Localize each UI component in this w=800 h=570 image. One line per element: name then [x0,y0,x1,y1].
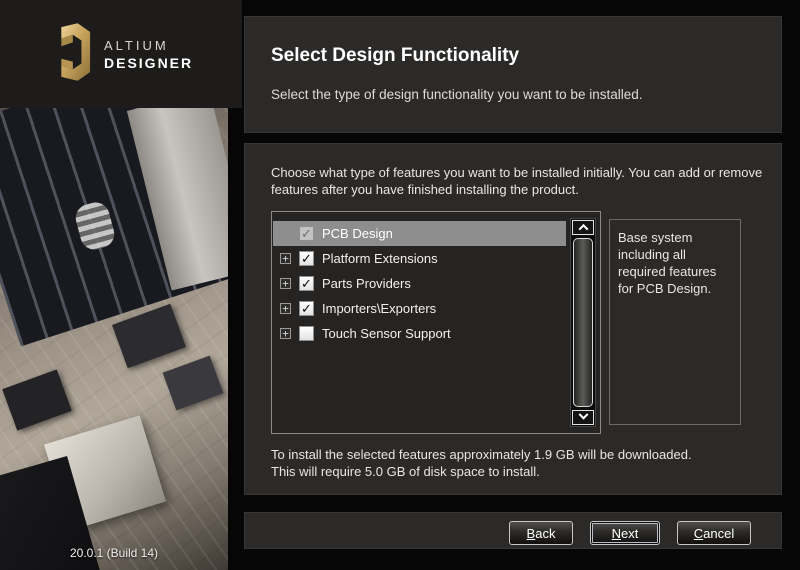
check-icon: ✓ [301,277,312,290]
feature-row-parts-providers[interactable]: + ✓ Parts Providers [273,271,566,296]
feature-row-importers-exporters[interactable]: + ✓ Importers\Exporters [273,296,566,321]
download-size-note: To install the selected features approxi… [271,446,692,463]
feature-label: Importers\Exporters [322,301,436,316]
instructions-text: Choose what type of features you want to… [271,164,776,198]
tree-scrollbar[interactable] [570,218,596,427]
expander-plus-icon[interactable]: + [280,328,291,339]
expander-plus-icon[interactable]: + [280,278,291,289]
scrollbar-up-icon [578,224,588,234]
scrollbar-down-button[interactable] [572,410,594,425]
feature-label: Parts Providers [322,276,411,291]
page-subtitle: Select the type of design functionality … [271,87,642,102]
brand-name-designer: DESIGNER [104,55,193,71]
disk-space-note: This will require 5.0 GB of disk space t… [271,463,692,480]
cancel-button[interactable]: Cancel [677,521,751,545]
feature-checkbox[interactable]: ✓ [299,251,314,266]
expander-plus-icon[interactable]: + [280,303,291,314]
page-title: Select Design Functionality [271,45,519,67]
feature-row-pcb-design[interactable]: + ✓ PCB Design [273,221,566,246]
installer-window: ALTIUM DESIGNER 20.0.1 (Build 14) Select… [0,0,800,570]
content-panel: Choose what type of features you want to… [244,143,782,495]
back-button[interactable]: Back [509,521,573,545]
logo-block: ALTIUM DESIGNER [0,0,242,108]
button-bar: Back Next Cancel [244,512,782,549]
feature-row-platform-extensions[interactable]: + ✓ Platform Extensions [273,246,566,271]
feature-row-touch-sensor-support[interactable]: + ✓ Touch Sensor Support [273,321,566,346]
feature-checkbox[interactable]: ✓ [299,226,314,241]
brand-sidebar: ALTIUM DESIGNER 20.0.1 (Build 14) [0,0,228,570]
install-notes: To install the selected features approxi… [271,446,692,480]
check-icon: ✓ [301,252,312,265]
feature-label: Platform Extensions [322,251,438,266]
pcb-photo [0,108,228,570]
altium-logo-icon [46,22,92,87]
feature-checkbox[interactable]: ✓ [299,326,314,341]
feature-label: Touch Sensor Support [322,326,451,341]
scrollbar-thumb[interactable] [573,238,593,407]
next-button[interactable]: Next [590,521,660,545]
check-icon: ✓ [301,227,312,240]
scrollbar-up-button[interactable] [572,220,594,235]
feature-checkbox[interactable]: ✓ [299,301,314,316]
version-label: 20.0.1 (Build 14) [0,546,228,560]
scrollbar-down-icon [578,410,588,420]
feature-checkbox[interactable]: ✓ [299,276,314,291]
feature-tree: + ✓ PCB Design + ✓ Platform Extensions +… [271,211,601,434]
feature-label: PCB Design [322,226,393,241]
brand-name-altium: ALTIUM [104,38,193,53]
check-icon: ✓ [301,302,312,315]
header-panel: Select Design Functionality Select the t… [244,16,782,133]
feature-description-box: Base system including all required featu… [609,219,741,425]
expander-plus-icon[interactable]: + [280,253,291,264]
